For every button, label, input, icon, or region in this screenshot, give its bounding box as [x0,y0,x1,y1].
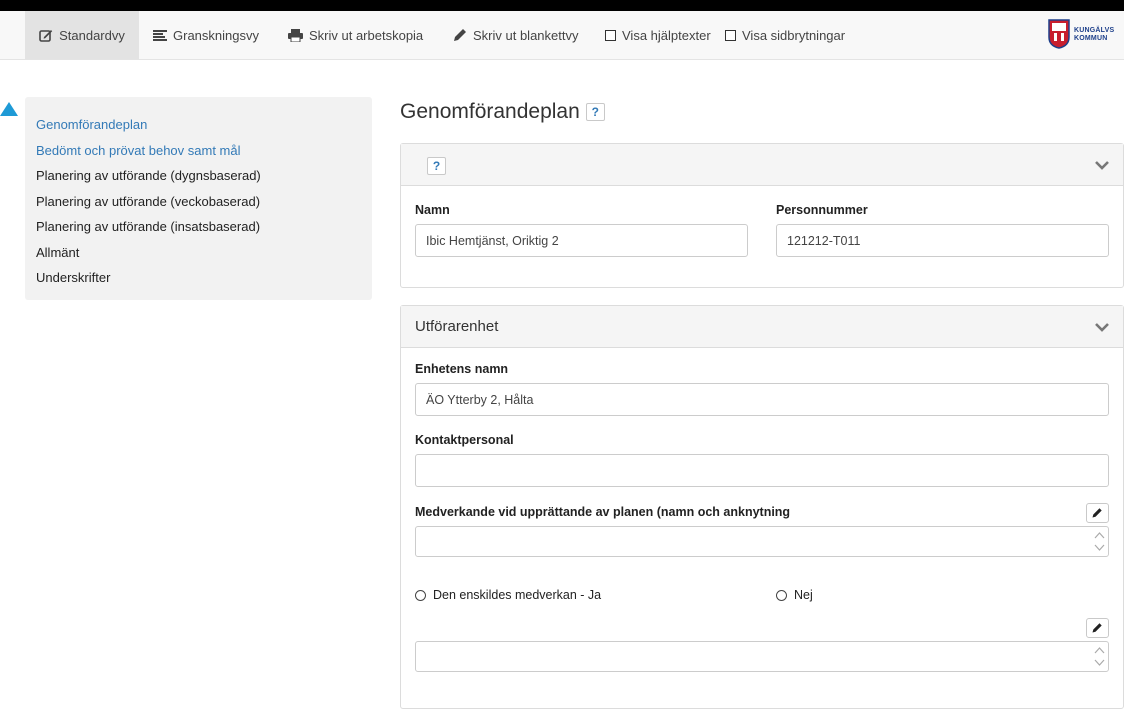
medverkan-textarea[interactable] [415,641,1109,672]
toolbar: Standardvy Granskningsvy Skriv ut arbets… [0,11,1124,60]
medverkan-nej-radio[interactable]: Nej [776,588,813,602]
medverkan-nej-label: Nej [794,588,813,602]
utforarenhet-title: Utförarenhet [415,318,499,335]
edit-square-icon [39,29,53,42]
sidebar-item-allmant[interactable]: Allmänt [25,240,372,266]
medverkan-edit-button[interactable] [1086,618,1109,638]
kungalvs-kommun-logo: KUNGÄLVS KOMMUN [1048,16,1114,54]
medverkande-edit-button[interactable] [1086,503,1109,523]
medverkan-ja-label: Den enskildes medverkan - Ja [433,588,602,602]
visa-sidbrytningar-label: Visa sidbrytningar [742,27,846,43]
pencil-icon [1092,621,1103,636]
visa-sidbrytningar-toggle[interactable]: Visa sidbrytningar [725,11,845,59]
skriv-ut-blankettvy-button[interactable]: Skriv ut blankettvy [453,11,579,59]
sidebar-item-genomforandeplan[interactable]: Genomförandeplan [25,112,372,138]
person-panel-help-button[interactable]: ? [427,157,446,175]
sidebar-item-bedomt-behov[interactable]: Bedömt och prövat behov samt mål [25,138,372,164]
person-panel-header: ? [401,144,1123,186]
chevron-down-icon[interactable] [1095,158,1109,173]
pencil-icon [1092,506,1103,521]
utforarenhet-panel: Utförarenhet Enhetens namn Kontaktperson… [400,305,1124,709]
logo-line2: KOMMUN [1074,35,1108,42]
standardvy-button[interactable]: Standardvy [25,11,139,59]
visa-hjalptexter-checkbox[interactable] [605,29,616,41]
visa-hjalptexter-label: Visa hjälptexter [622,27,711,43]
coat-of-arms-icon [1048,18,1070,52]
align-left-icon [153,29,167,41]
page-title: Genomförandeplan ? [400,97,605,127]
kontaktpersonal-input[interactable] [415,454,1109,487]
page-help-button[interactable]: ? [585,103,605,121]
skriv-ut-arbetskopia-button[interactable]: Skriv ut arbetskopia [288,11,423,59]
medverkande-textarea[interactable] [415,526,1109,557]
granskningsvy-label: Granskningsvy [173,27,259,43]
logo-line1: KUNGÄLVS [1074,27,1115,34]
radio-circle-icon[interactable] [415,589,426,601]
medverkande-label: Medverkande vid upprättande av planen (n… [415,505,791,519]
granskningsvy-button[interactable]: Granskningsvy [153,11,259,59]
utforarenhet-panel-header: Utförarenhet [401,306,1123,348]
chevron-down-icon[interactable] [1095,320,1109,335]
namn-input[interactable] [415,224,748,257]
radio-circle-icon[interactable] [776,589,787,601]
section-navigation: Genomförandeplan Bedömt och prövat behov… [25,97,372,300]
medverkan-ja-radio[interactable]: Den enskildes medverkan - Ja [415,588,601,602]
personnummer-label: Personnummer [776,203,868,217]
sidebar-item-planering-insats[interactable]: Planering av utförande (insatsbaserad) [25,214,372,240]
pencil-icon [453,28,467,42]
scroll-arrows-icon[interactable] [1094,644,1105,669]
cursor-marker-icon [0,100,18,119]
visa-hjalptexter-toggle[interactable]: Visa hjälptexter [605,11,711,59]
namn-label: Namn [415,203,450,217]
window-top-strip [0,0,1124,11]
kontaktpersonal-label: Kontaktpersonal [415,433,514,447]
skriv-ut-arbetskopia-label: Skriv ut arbetskopia [309,27,424,43]
personnummer-input[interactable] [776,224,1109,257]
visa-sidbrytningar-checkbox[interactable] [725,29,736,41]
print-icon [288,28,303,42]
person-panel: ? Namn Personnummer [400,143,1124,288]
sidebar-item-underskrifter[interactable]: Underskrifter [25,265,372,291]
skriv-ut-blankettvy-label: Skriv ut blankettvy [473,27,579,43]
sidebar-item-planering-vecka[interactable]: Planering av utförande (veckobaserad) [25,189,372,215]
enhetens-namn-input[interactable] [415,383,1109,416]
page-title-text: Genomförandeplan [400,100,580,123]
scroll-arrows-icon[interactable] [1094,529,1105,554]
enhetens-namn-label: Enhetens namn [415,362,509,376]
standardvy-label: Standardvy [59,27,125,43]
sidebar-item-planering-dygn[interactable]: Planering av utförande (dygnsbaserad) [25,163,372,189]
